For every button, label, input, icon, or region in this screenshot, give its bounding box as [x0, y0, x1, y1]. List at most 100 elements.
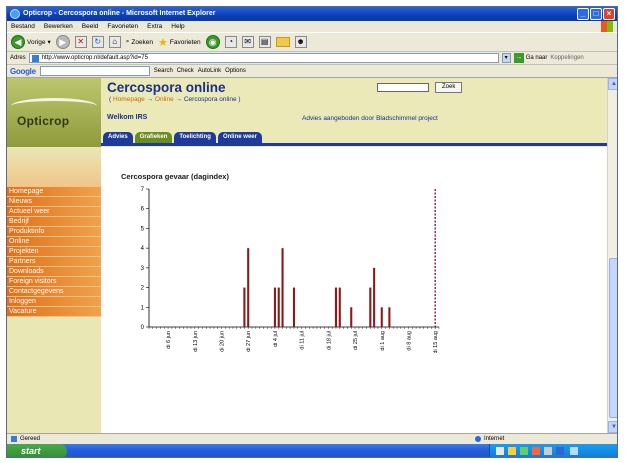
x-tick-label: di 1 aug [380, 331, 386, 351]
volume-icon[interactable] [570, 447, 578, 455]
media-button[interactable]: ◉ [205, 35, 220, 49]
tray-icon-1[interactable] [508, 447, 516, 455]
left-nav: Homepage Nieuws Actueel weer Bedrijf Pro… [7, 147, 101, 433]
y-tick-label: 6 [141, 207, 145, 213]
page-title: Cercospora online [107, 80, 226, 95]
chevron-down-icon: ▾ [47, 39, 51, 46]
tray-icon-3[interactable] [532, 447, 540, 455]
chart-bar [369, 287, 372, 327]
tray-icon-2[interactable] [520, 447, 528, 455]
search-button[interactable]: ⌕ Zoeken [126, 38, 153, 46]
window-controls: _ □ × [577, 8, 615, 20]
nav-vacature[interactable]: Vacature [7, 307, 101, 317]
chart-bar [350, 307, 353, 327]
header-rule [101, 143, 607, 146]
nav-downloads[interactable]: Downloads [7, 267, 101, 277]
tab-online-weer[interactable]: Online weer [217, 132, 262, 143]
nav-projekten[interactable]: Projekten [7, 247, 101, 257]
favorites-button[interactable]: ★ Favorieten [158, 36, 201, 49]
start-button[interactable]: start [7, 444, 67, 457]
page-icon [31, 55, 39, 62]
tab-grafieken[interactable]: Grafieken [134, 132, 173, 143]
y-tick-label: 3 [141, 266, 145, 272]
history-button[interactable]: ◔ [224, 36, 237, 48]
menu-extra[interactable]: Extra [147, 21, 162, 32]
maximize-button[interactable]: □ [590, 8, 602, 20]
messenger-button[interactable]: ☻ [294, 36, 307, 48]
google-autolink-button[interactable]: AutoLink [198, 68, 221, 74]
google-search-input[interactable] [39, 66, 150, 76]
print-button[interactable]: ▤ [258, 36, 271, 48]
chart-title: Cercospora gevaar (dagindex) [121, 172, 229, 181]
x-tick-label: di 15 aug [433, 331, 439, 353]
close-button[interactable]: × [603, 8, 615, 20]
x-tick-label: di 27 jun [246, 331, 252, 352]
breadcrumb: ( Homepage → Online → Cercospora online … [109, 96, 241, 103]
nav-online[interactable]: Online [7, 237, 101, 247]
menu-bestand[interactable]: Bestand [11, 21, 35, 32]
home-button[interactable]: ⌂ [108, 36, 121, 48]
nav-actueel-weer[interactable]: Actueel weer [7, 207, 101, 217]
go-label: Ga naar [525, 55, 548, 61]
scroll-down-arrow[interactable]: ▼ [608, 421, 617, 433]
nav-inloggen[interactable]: Inloggen [7, 297, 101, 307]
google-search-button[interactable]: Search [154, 68, 173, 74]
site-search-button[interactable]: Zoek [435, 82, 463, 93]
y-tick-label: 7 [141, 187, 145, 193]
breadcrumb-online[interactable]: Online [155, 96, 174, 103]
nav-bedrijf[interactable]: Bedrijf [7, 217, 101, 227]
breadcrumb-sep1: → [146, 96, 154, 103]
nav-nieuws[interactable]: Nieuws [7, 197, 101, 207]
x-tick-label: di 20 jun [220, 331, 226, 352]
minimize-button[interactable]: _ [577, 8, 589, 20]
go-button[interactable]: → Ga naar [513, 53, 548, 63]
google-options-button[interactable]: Options [225, 68, 246, 74]
chart-bar [380, 307, 383, 327]
refresh-button[interactable]: ↻ [91, 36, 104, 48]
scroll-thumb[interactable] [609, 258, 617, 418]
breadcrumb-home[interactable]: Homepage [113, 96, 145, 103]
chart-bar [277, 287, 280, 327]
stop-button[interactable]: ✕ [74, 36, 87, 48]
menu-beeld[interactable]: Beeld [82, 21, 99, 32]
google-check-button[interactable]: Check [177, 68, 194, 74]
address-bar: Adres http://www.opticrop.nl/default.asp… [7, 52, 617, 65]
back-button[interactable]: ◀ Vorige ▾ [11, 35, 51, 49]
nav-contactgegevens[interactable]: Contactgegevens [7, 287, 101, 297]
cercospora-bar-chart: 0 1 2 3 4 5 6 7 di 6 jun di 13 jun di 20 jun di 27 … [141, 187, 440, 353]
menu-bar: Bestand Bewerken Beeld Favorieten Extra … [7, 21, 617, 32]
menu-bewerken[interactable]: Bewerken [44, 21, 73, 32]
menu-favorieten[interactable]: Favorieten [107, 21, 138, 32]
tab-toelichting[interactable]: Toelichting [174, 132, 216, 143]
mail-button[interactable]: ✉ [241, 36, 254, 48]
x-tick-label: di 4 jul [273, 331, 279, 347]
tray-icon-language[interactable] [496, 447, 504, 455]
welcome-text: Welkom IRS [107, 114, 148, 121]
google-logo[interactable]: Google [10, 67, 36, 76]
site-search-input[interactable] [377, 83, 429, 92]
nav-produktinfo[interactable]: Produktinfo [7, 227, 101, 237]
tab-advies[interactable]: Advies [103, 132, 133, 143]
nav-partners[interactable]: Partners [7, 257, 101, 267]
y-tick-label: 2 [141, 286, 145, 292]
x-tick-label: di 11 jul [300, 331, 306, 350]
scroll-up-arrow[interactable]: ▲ [608, 78, 617, 90]
folder-icon[interactable] [275, 37, 290, 47]
taskbar: start [7, 444, 617, 457]
tray-icon-5[interactable] [556, 447, 564, 455]
chart-bar [388, 307, 391, 327]
google-toolbar: Google Search Check AutoLink Options [7, 65, 617, 78]
back-arrow-icon: ◀ [11, 35, 25, 49]
chart-bar [292, 287, 296, 327]
menu-help[interactable]: Help [171, 21, 184, 32]
address-dropdown[interactable]: ▾ [501, 53, 511, 63]
nav-homepage[interactable]: Homepage [7, 187, 101, 197]
vertical-scrollbar[interactable]: ▲ ▼ [607, 78, 617, 433]
links-label[interactable]: Koppelingen [550, 55, 583, 61]
forward-button[interactable]: ▶ [55, 35, 70, 49]
address-input[interactable]: http://www.opticrop.nl/default.asp?id=75 [28, 53, 499, 63]
nav-foreign-visitors[interactable]: Foreign visitors [7, 277, 101, 287]
tray-icon-4[interactable] [544, 447, 552, 455]
site-logo[interactable]: Opticrop [7, 78, 101, 147]
y-tick-label: 1 [141, 305, 145, 311]
